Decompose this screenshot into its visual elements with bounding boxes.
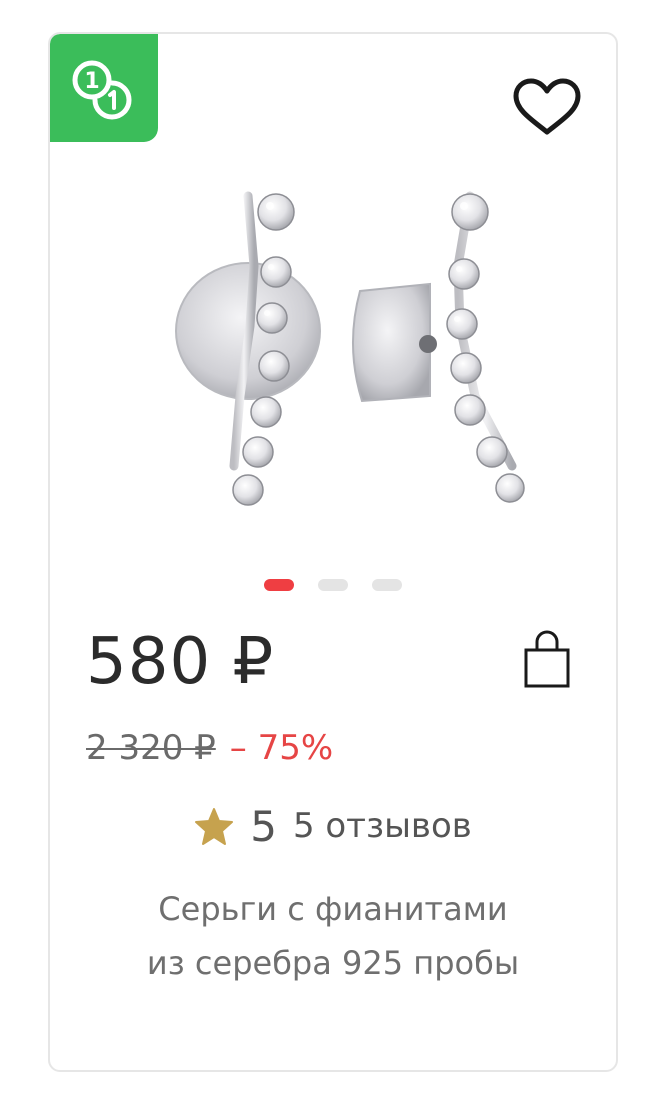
favorite-button[interactable]	[512, 78, 582, 138]
gallery-dot-2[interactable]	[318, 579, 348, 591]
add-to-cart-button[interactable]	[522, 630, 572, 690]
product-title-line-1: Серьги с фианитами	[158, 890, 508, 928]
gallery-pagination	[264, 579, 402, 591]
shopping-bag-icon	[524, 630, 570, 688]
star-icon	[195, 808, 234, 845]
product-title[interactable]: Серьги с фианитами из серебра 925 пробы	[50, 882, 616, 990]
current-price: 580 ₽	[86, 625, 275, 699]
heart-icon	[513, 78, 581, 135]
product-card[interactable]: 1 580 ₽ 2 320 ₽ – 75% 5 5 отзывов Серьги…	[48, 32, 618, 1072]
old-price: 2 320 ₽	[86, 728, 216, 768]
price-discount-row: 2 320 ₽ – 75%	[86, 726, 333, 770]
product-image[interactable]	[130, 146, 530, 506]
gallery-dot-3[interactable]	[372, 579, 402, 591]
coin-exchange-icon: 1	[72, 60, 132, 120]
rating-row: 5 5 отзывов	[50, 800, 616, 852]
svg-text:1: 1	[84, 69, 99, 94]
cashback-badge[interactable]: 1	[50, 34, 158, 142]
product-title-line-2: из серебра 925 пробы	[146, 944, 520, 982]
rating-score: 5	[250, 801, 277, 851]
discount-badge: – 75%	[229, 728, 334, 768]
reviews-link[interactable]: 5 отзывов	[293, 806, 472, 846]
gallery-dot-1[interactable]	[264, 579, 294, 591]
